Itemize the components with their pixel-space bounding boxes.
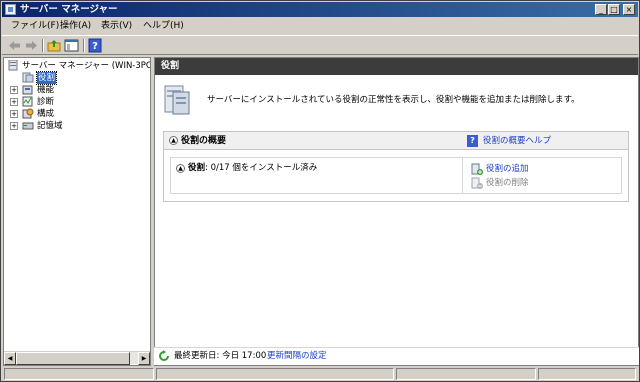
scroll-thumb[interactable] [16,352,130,365]
refresh-footer: 最終更新日: 今日 17:00 更新間隔の設定 [154,347,639,365]
status-panel [396,368,536,380]
remove-roles-link[interactable]: 役割の削除 [486,177,529,189]
up-folder-icon[interactable] [47,38,62,53]
configure-refresh-link[interactable]: 更新間隔の設定 [267,351,327,362]
toolbar-separator [83,39,85,52]
tree-item-label[interactable]: 役割 [35,71,58,85]
status-panel [4,368,154,380]
roles-count: : 0/17 個をインストール済み [205,163,318,173]
console-tree: サーバー マネージャー (WIN-3PODE 役割 + 機能 + 診断 + 構成… [3,57,151,366]
server-manager-app-icon [5,4,16,15]
show-hide-console-tree-icon[interactable] [64,38,79,53]
close-button[interactable]: × [623,4,635,15]
expand-icon[interactable]: + [10,122,18,130]
storage-icon [22,120,34,131]
last-refresh-text: 最終更新日: 今日 17:00 [174,351,267,361]
roles-large-icon [163,82,193,116]
roles-summary-box: ▲ 役割: 0/17 個をインストール済み 役割の追加 役割の削除 [170,157,622,194]
status-panel [538,368,636,380]
svg-text:?: ? [92,41,98,52]
menu-view[interactable]: 表示(V) [101,20,132,32]
roles-summary-header: ▲ 役割の概要 ? 役割の概要ヘルプ [164,132,628,150]
minimize-button[interactable]: _ [595,4,607,15]
menu-action[interactable]: 操作(A) [60,20,91,32]
configuration-icon [22,108,34,119]
features-icon [22,84,34,95]
toolbar: ? [2,35,638,55]
back-arrow-icon[interactable] [7,38,22,53]
roles-summary-title: 役割の概要 [181,136,227,146]
roles-installed-status: 役割: 0/17 個をインストール済み [188,163,317,174]
refresh-icon[interactable] [158,350,170,362]
intro-panel: サーバーにインストールされている役割の正常性を表示し、役割や機能を追加または削除… [163,79,632,119]
status-bar [2,367,638,381]
content-pane: 役割 サーバーにインストールされている役割の正常性を表示し、役割や機能を追加また… [154,57,639,366]
menu-file[interactable]: ファイル(F) [11,20,59,32]
expand-icon[interactable]: + [10,110,18,118]
scroll-left-icon[interactable]: ◀ [4,352,16,365]
roles-icon [22,72,34,83]
scroll-right-icon[interactable]: ▶ [138,352,150,365]
toolbar-separator [42,39,44,52]
collapse-icon[interactable]: ▲ [169,136,178,145]
tree-root-label[interactable]: サーバー マネージャー (WIN-3PODE [22,60,150,72]
add-role-icon [471,163,483,175]
help-icon[interactable]: ? [88,38,103,53]
expand-icon[interactable]: + [10,98,18,106]
expand-icon[interactable]: + [10,86,18,94]
roles-summary-section: ▲ 役割の概要 ? 役割の概要ヘルプ ▲ 役割: 0/17 個をインストール済み… [163,131,629,202]
add-roles-link[interactable]: 役割の追加 [486,163,529,175]
collapse-icon[interactable]: ▲ [176,164,185,173]
remove-role-icon [471,177,483,189]
intro-description: サーバーにインストールされている役割の正常性を表示し、役割や機能を追加または削除… [207,95,580,105]
menu-bar: ファイル(F) 操作(A) 表示(V) ヘルプ(H) [2,18,638,34]
tree-item-label[interactable]: 記憶域 [37,120,63,132]
diagnostics-icon [22,96,34,107]
server-manager-window: サーバー マネージャー _ □ × ファイル(F) 操作(A) 表示(V) ヘル… [0,0,640,382]
server-icon [7,60,19,71]
title-bar[interactable]: サーバー マネージャー _ □ × [2,2,638,17]
content-header: 役割 [155,58,638,75]
status-panel [156,368,394,380]
tree-horizontal-scrollbar[interactable]: ◀ ▶ [4,351,150,365]
forward-arrow-icon[interactable] [24,38,39,53]
roles-summary-help-link[interactable]: 役割の概要ヘルプ [483,135,551,147]
tree-item-label[interactable]: 構成 [37,108,54,120]
divider [462,158,463,193]
window-title: サーバー マネージャー [20,4,118,15]
help-book-icon: ? [467,135,478,147]
tree-item-label[interactable]: 診断 [37,96,54,108]
menu-help[interactable]: ヘルプ(H) [143,20,184,32]
roles-label: 役割 [188,163,206,173]
tree-item-label[interactable]: 機能 [37,84,54,96]
maximize-button[interactable]: □ [608,4,620,15]
